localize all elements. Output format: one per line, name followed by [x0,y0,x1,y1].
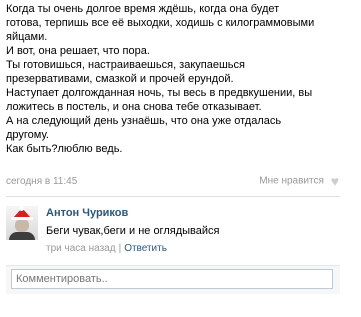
post-text-line: готова, терпишь все её выходки, ходишь с… [6,17,315,29]
post-text-line: Наступает долгожданная ночь, ты весь в п… [6,87,313,99]
comment-item: Антон Чуриков Беги чувак,беги и не огляд… [6,204,340,256]
like-button[interactable]: Мне нравится ♥ [259,173,339,189]
avatar-face [15,219,29,232]
post-text-line: ложитесь в постель, и она снова тебе отк… [6,101,262,113]
post-footer: сегодня в 11:45 Мне нравится ♥ [6,174,339,190]
post-text: Когда ты очень долгое время ждёшь, когда… [6,2,356,156]
santa-hat-rim [11,217,33,220]
post-timestamp[interactable]: сегодня в 11:45 [6,176,77,187]
divider [6,196,340,197]
post-text-line: И вот, она решает, что пора. [6,45,150,57]
comment-meta-separator: | [118,243,122,254]
post-text-line: презервативами, смазкой и прочей ерундой… [6,73,234,85]
post-text-line: А на следующий день узнаёшь, что она уже… [6,115,282,127]
comment-meta: три часа назад | Ответить [46,243,167,254]
reply-box [6,265,340,294]
post-text-line: другому. [6,129,49,141]
post-text-line: Как быть?люблю ведь. [6,143,123,155]
post-text-line: Ты готовишься, настраиваешься, закупаешь… [6,59,245,71]
comment-input[interactable] [11,269,333,289]
post-text-line: Когда ты очень долгое время ждёшь, когда… [6,3,280,15]
comment-author[interactable]: Антон Чуриков [46,207,128,219]
avatar[interactable] [6,206,38,240]
avatar-body [9,232,35,240]
heart-icon: ♥ [330,173,339,189]
post-text-line: яйцами. [6,31,48,43]
like-label: Мне нравится [259,175,324,187]
reply-link[interactable]: Ответить [124,243,167,254]
comment-text: Беги чувак,беги и не оглядывайся [46,225,220,237]
comment-time[interactable]: три часа назад [46,243,116,254]
santa-hat-pompom [19,206,24,211]
